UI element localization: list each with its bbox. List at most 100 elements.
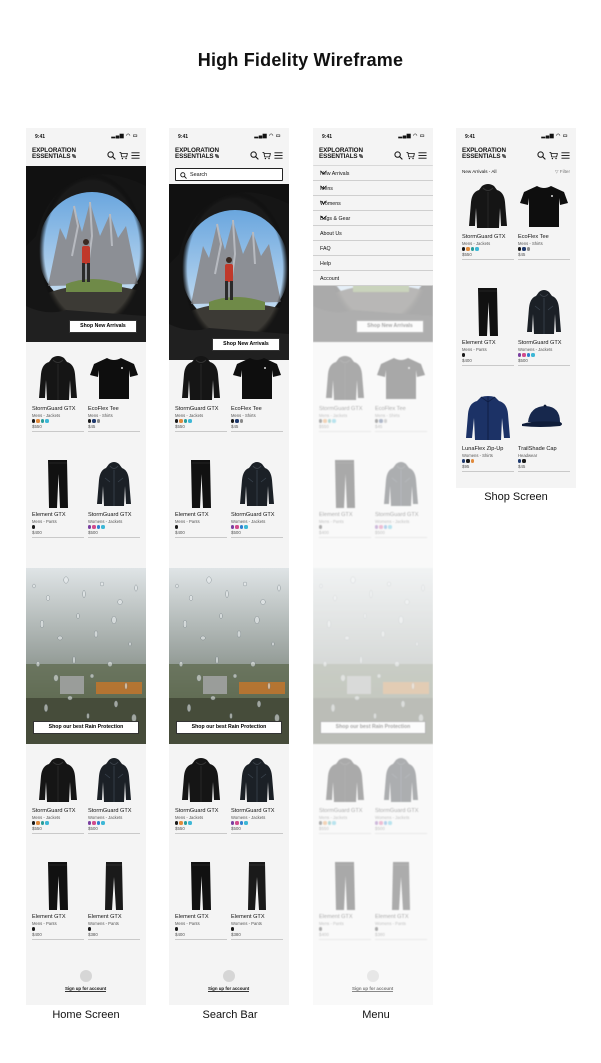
color-swatch[interactable] xyxy=(531,353,535,357)
product-card[interactable]: StormGuard GTX Mens - Jackets $550 xyxy=(175,752,227,834)
color-swatch[interactable] xyxy=(92,419,96,423)
product-image[interactable] xyxy=(175,858,227,914)
color-swatch[interactable] xyxy=(32,419,36,423)
color-swatch[interactable] xyxy=(466,459,470,463)
menu-overlay[interactable] xyxy=(313,166,433,1005)
product-name[interactable]: TrailShade Cap xyxy=(518,446,570,453)
color-swatch[interactable] xyxy=(526,247,531,251)
color-swatch[interactable] xyxy=(101,525,105,529)
product-image[interactable] xyxy=(518,178,570,234)
product-name[interactable]: StormGuard GTX xyxy=(175,406,227,413)
product-card[interactable]: StormGuard GTX Womens - Jackets $500 xyxy=(231,456,283,538)
product-image[interactable] xyxy=(88,350,140,406)
chevron-down-icon[interactable] xyxy=(320,215,426,222)
color-swatch[interactable] xyxy=(175,927,179,931)
hamburger-menu-icon[interactable] xyxy=(131,151,140,160)
hamburger-menu-icon[interactable] xyxy=(274,151,283,160)
color-swatch[interactable] xyxy=(470,459,475,463)
product-card[interactable]: LunaFlex Zip-Up Womens - Shirts $95 xyxy=(462,390,514,472)
color-swatch[interactable] xyxy=(239,525,244,529)
color-swatch[interactable] xyxy=(175,525,179,529)
chevron-down-icon[interactable] xyxy=(320,185,426,192)
product-card[interactable]: StormGuard GTX Womens - Jackets $500 xyxy=(88,456,140,538)
hero-banner[interactable]: Shop New Arrivals xyxy=(169,184,289,360)
rain-banner[interactable]: Shop our best Rain Protection xyxy=(169,568,289,744)
color-swatch[interactable] xyxy=(188,419,192,423)
product-image[interactable] xyxy=(518,284,570,340)
product-name[interactable]: Element GTX xyxy=(462,340,514,347)
chevron-down-icon[interactable] xyxy=(320,200,426,207)
product-card[interactable]: Element GTX Mens - Pants $400 xyxy=(32,858,84,940)
brand-logo[interactable]: EXPLORATION ESSENTIALS xyxy=(32,147,76,161)
menu-item[interactable]: Help xyxy=(313,256,433,271)
product-card[interactable]: Element GTX Mens - Pants $400 xyxy=(462,284,514,366)
product-name[interactable]: StormGuard GTX xyxy=(88,512,140,519)
color-swatch[interactable] xyxy=(92,821,96,825)
product-image[interactable] xyxy=(175,456,227,512)
product-image[interactable] xyxy=(32,456,84,512)
color-swatch[interactable] xyxy=(518,247,522,251)
product-image[interactable] xyxy=(231,456,283,512)
color-swatch[interactable] xyxy=(96,525,101,529)
shop-rain-protection-button[interactable]: Shop our best Rain Protection xyxy=(176,721,282,734)
color-swatch[interactable] xyxy=(96,419,101,423)
color-swatch[interactable] xyxy=(462,247,466,251)
product-image[interactable] xyxy=(518,390,570,446)
product-name[interactable]: StormGuard GTX xyxy=(231,808,283,815)
product-card[interactable]: StormGuard GTX Womens - Jackets $500 xyxy=(518,284,570,366)
color-swatch[interactable] xyxy=(522,459,526,463)
product-card[interactable]: EcoFlex Tee Mens - Shirts $45 xyxy=(518,178,570,260)
product-card[interactable]: Element GTX Womens - Pants $380 xyxy=(231,858,283,940)
menu-item[interactable]: Womens xyxy=(313,196,433,211)
color-swatch[interactable] xyxy=(32,525,36,529)
account-icon[interactable] xyxy=(80,970,92,982)
color-swatch[interactable] xyxy=(101,821,105,825)
product-card[interactable]: StormGuard GTX Mens - Jackets $550 xyxy=(32,350,84,432)
search-icon[interactable] xyxy=(107,151,116,160)
color-swatch[interactable] xyxy=(235,821,239,825)
product-image[interactable] xyxy=(462,284,514,340)
color-swatch[interactable] xyxy=(45,821,49,825)
search-input[interactable]: Search xyxy=(175,168,283,181)
color-swatch[interactable] xyxy=(96,821,101,825)
color-swatch[interactable] xyxy=(518,459,522,463)
product-name[interactable]: StormGuard GTX xyxy=(32,808,84,815)
color-swatch[interactable] xyxy=(239,821,244,825)
product-card[interactable]: EcoFlex Tee Mens - Shirts $45 xyxy=(88,350,140,432)
menu-item[interactable]: About Us xyxy=(313,226,433,241)
color-swatch[interactable] xyxy=(518,353,522,357)
product-card[interactable]: StormGuard GTX Mens - Jackets $550 xyxy=(32,752,84,834)
product-name[interactable]: EcoFlex Tee xyxy=(88,406,140,413)
product-name[interactable]: Element GTX xyxy=(175,512,227,519)
signup-link[interactable]: Sign up for account xyxy=(208,986,250,992)
color-swatch[interactable] xyxy=(231,821,235,825)
color-swatch[interactable] xyxy=(244,525,248,529)
product-card[interactable]: Element GTX Mens - Pants $400 xyxy=(175,456,227,538)
color-swatch[interactable] xyxy=(231,525,235,529)
color-swatch[interactable] xyxy=(244,821,248,825)
color-swatch[interactable] xyxy=(239,419,244,423)
product-image[interactable] xyxy=(88,858,140,914)
product-image[interactable] xyxy=(175,752,227,808)
product-image[interactable] xyxy=(231,350,283,406)
account-icon[interactable] xyxy=(223,970,235,982)
color-swatch[interactable] xyxy=(231,419,235,423)
product-image[interactable] xyxy=(231,858,283,914)
color-swatch[interactable] xyxy=(188,821,192,825)
color-swatch[interactable] xyxy=(175,821,179,825)
product-name[interactable]: Element GTX xyxy=(88,914,140,921)
color-swatch[interactable] xyxy=(183,419,188,423)
color-swatch[interactable] xyxy=(175,419,179,423)
product-card[interactable]: StormGuard GTX Mens - Jackets $550 xyxy=(175,350,227,432)
rain-banner[interactable]: Shop our best Rain Protection xyxy=(26,568,146,744)
product-name[interactable]: StormGuard GTX xyxy=(175,808,227,815)
color-swatch[interactable] xyxy=(88,927,92,931)
menu-item[interactable]: FAQ xyxy=(313,241,433,256)
breadcrumb[interactable]: New Arrivals - All xyxy=(462,169,496,174)
product-card[interactable]: StormGuard GTX Womens - Jackets $500 xyxy=(88,752,140,834)
cart-icon[interactable] xyxy=(119,151,128,160)
product-image[interactable] xyxy=(462,390,514,446)
product-name[interactable]: Element GTX xyxy=(32,512,84,519)
cart-icon[interactable] xyxy=(406,151,415,160)
color-swatch[interactable] xyxy=(462,459,466,463)
